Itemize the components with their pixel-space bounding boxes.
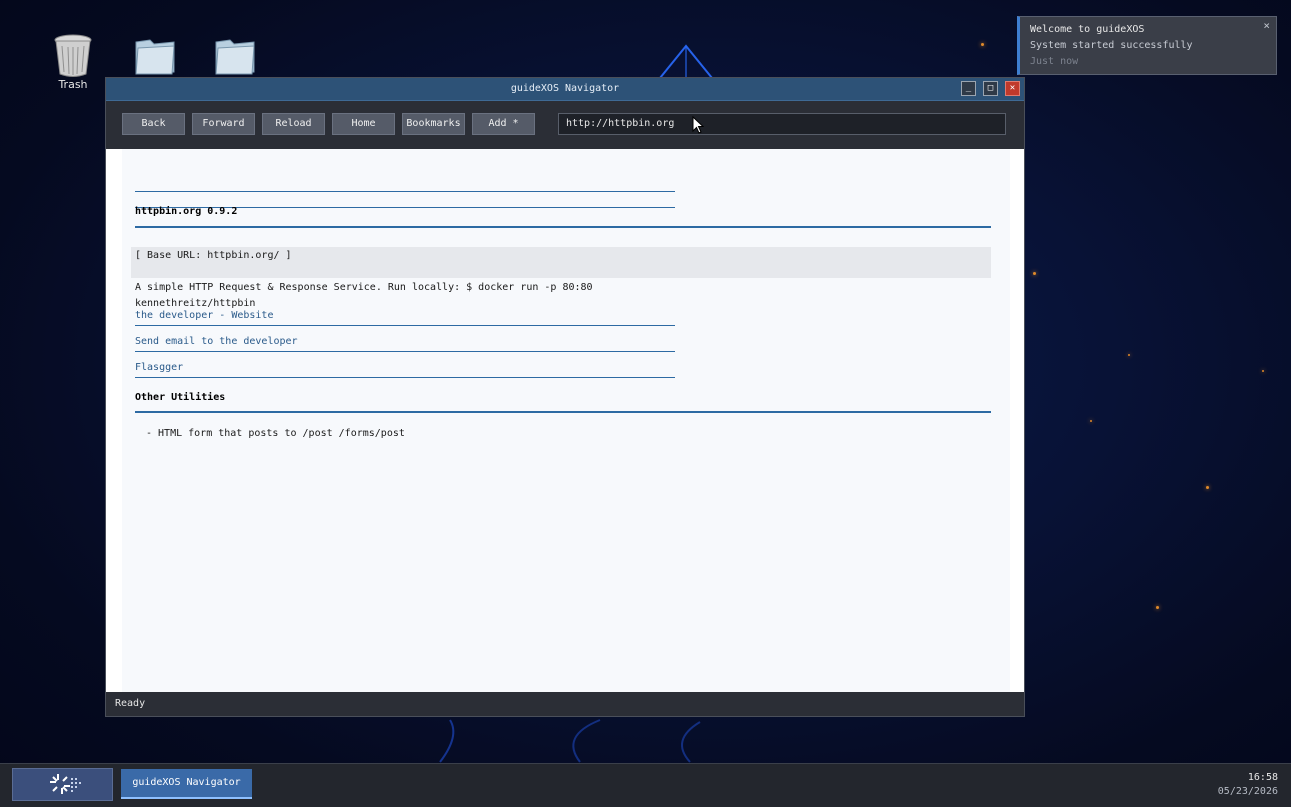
wallpaper-glow-bottom [439,719,701,763]
status-bar: Ready [106,692,1024,716]
notification-title: Welcome to guideXOS [1030,24,1145,35]
link-flasgger[interactable]: Flasgger [135,362,183,373]
desktop-icon-label: Trash [58,78,88,91]
star [1090,420,1092,422]
back-button[interactable]: Back [122,113,185,135]
close-button[interactable]: ✕ [1005,81,1020,96]
section-heading: Other Utilities [135,392,226,403]
add-bookmark-button[interactable]: Add * [472,113,535,135]
clock-date: 05/23/2026 [1217,786,1278,797]
start-button[interactable] [12,768,113,801]
folder-icon [212,34,258,80]
bookmarks-button[interactable]: Bookmarks [402,113,465,135]
start-logo-icon [50,774,81,794]
system-clock[interactable]: 16:58 05/23/2026 [1218,771,1278,799]
url-field[interactable]: http://httpbin.org [558,113,1006,135]
taskbar: guideXOS Navigator 16:58 05/23/2026 [0,763,1291,807]
trash-icon [50,32,96,78]
link-email-developer[interactable]: Send email to the developer [135,336,298,347]
desktop-icon-folder[interactable] [200,34,270,80]
desktop-icon-trash[interactable]: Trash [38,32,108,91]
mouse-cursor-icon [692,116,704,134]
forward-button[interactable]: Forward [192,113,255,135]
divider [135,226,991,228]
star [1206,486,1209,489]
minimize-button[interactable]: _ [961,81,976,96]
window-title: guideXOS Navigator [510,83,620,94]
desktop-icon-folder[interactable] [120,34,190,80]
taskbar-item-navigator[interactable]: guideXOS Navigator [121,769,252,799]
notification-time: Just now [1030,56,1079,67]
base-url-text: [ Base URL: httpbin.org/ ] [135,250,292,261]
divider [135,351,675,352]
description-line-1: A simple HTTP Request & Response Service… [135,282,593,293]
close-icon[interactable]: × [1263,19,1270,32]
link-developer-website[interactable]: the developer - Website [135,310,273,321]
page-viewport[interactable]: httpbin.org 0.9.2 [ Base URL: httpbin.or… [106,149,1024,693]
clock-time: 16:58 [1247,772,1278,783]
notification-message: System started successfully [1030,40,1193,51]
divider [135,191,675,192]
page-body: httpbin.org 0.9.2 [ Base URL: httpbin.or… [122,149,1010,693]
window-titlebar[interactable]: guideXOS Navigator _ □ ✕ [106,78,1024,101]
page-heading: httpbin.org 0.9.2 [135,206,238,217]
star [1128,354,1130,356]
star [1262,370,1264,372]
divider [135,411,991,413]
navigator-window: guideXOS Navigator _ □ ✕ Back Forward Re… [105,77,1025,717]
status-text: Ready [115,698,146,709]
folder-icon [132,34,178,80]
star [981,43,984,46]
divider [135,325,675,326]
star [1156,606,1159,609]
maximize-button[interactable]: □ [983,81,998,96]
divider [135,377,675,378]
list-item[interactable]: - HTML form that posts to /post /forms/p… [146,428,405,439]
browser-toolbar: Back Forward Reload Home Bookmarks Add *… [106,101,1024,149]
wallpaper-glow [659,44,713,79]
notification-toast[interactable]: Welcome to guideXOS System started succe… [1017,16,1277,75]
home-button[interactable]: Home [332,113,395,135]
reload-button[interactable]: Reload [262,113,325,135]
star [1033,272,1036,275]
description-line-2: kennethreitz/httpbin [135,298,256,309]
